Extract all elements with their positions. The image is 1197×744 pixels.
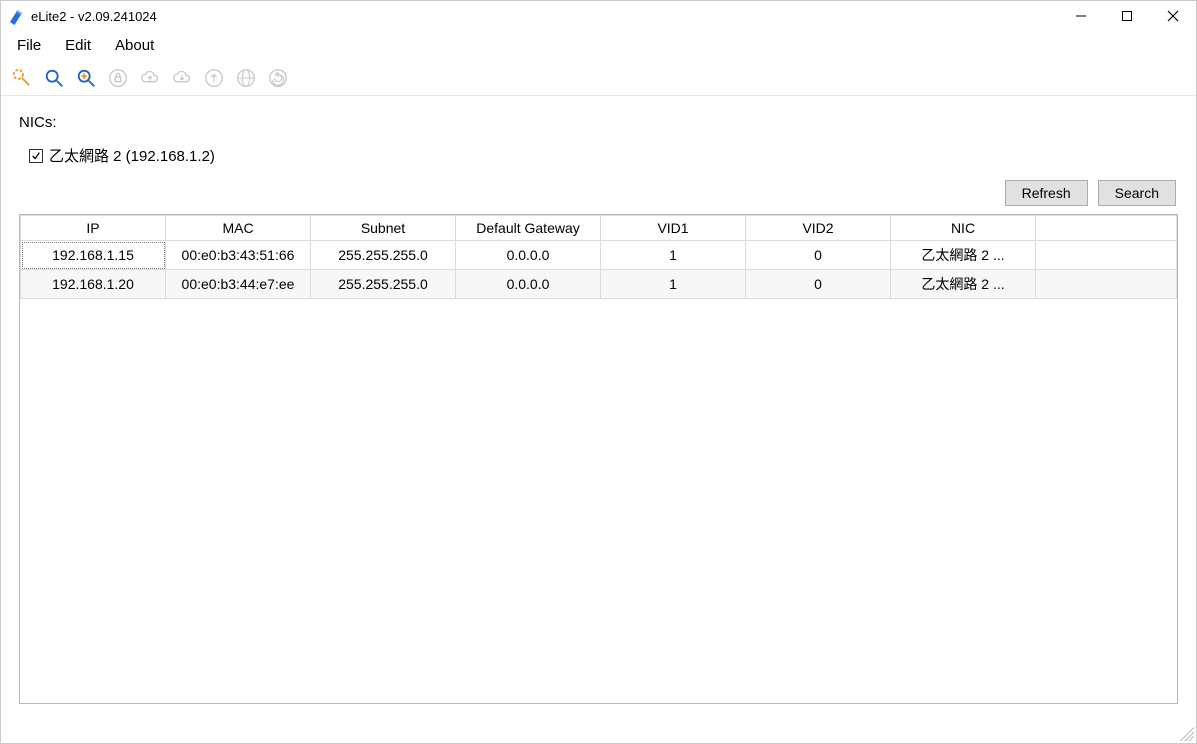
table-row[interactable]: 192.168.1.15 00:e0:b3:43:51:66 255.255.2… <box>21 241 1177 270</box>
maximize-button[interactable] <box>1104 1 1150 31</box>
resize-grip-icon[interactable] <box>1180 727 1194 741</box>
cell-ip[interactable]: 192.168.1.20 <box>21 270 166 299</box>
table-header-row: IP MAC Subnet Default Gateway VID1 VID2 … <box>21 216 1177 241</box>
refresh-button[interactable]: Refresh <box>1005 180 1088 206</box>
content-area: NICs: 乙太網路 2 (192.168.1.2) Refresh Searc… <box>1 96 1196 708</box>
up-arrow-circle-icon[interactable] <box>199 63 229 93</box>
window-title: eLite2 - v2.09.241024 <box>31 9 157 24</box>
col-subnet[interactable]: Subnet <box>311 216 456 241</box>
cell-vid2[interactable]: 0 <box>746 270 891 299</box>
col-mac[interactable]: MAC <box>166 216 311 241</box>
menu-file[interactable]: File <box>7 35 51 56</box>
cell-subnet[interactable]: 255.255.255.0 <box>311 241 456 270</box>
table-row[interactable]: 192.168.1.20 00:e0:b3:44:e7:ee 255.255.2… <box>21 270 1177 299</box>
button-row: Refresh Search <box>19 180 1178 206</box>
cell-ip[interactable]: 192.168.1.15 <box>21 241 166 270</box>
cell-nic[interactable]: 乙太網路 2 ... <box>891 270 1036 299</box>
cell-mac[interactable]: 00:e0:b3:43:51:66 <box>166 241 311 270</box>
device-table[interactable]: IP MAC Subnet Default Gateway VID1 VID2 … <box>19 214 1178 704</box>
magnifier-plus-icon[interactable] <box>71 63 101 93</box>
cell-mac[interactable]: 00:e0:b3:44:e7:ee <box>166 270 311 299</box>
toolbar <box>1 60 1196 96</box>
nics-label: NICs: <box>19 114 1178 131</box>
close-button[interactable] <box>1150 1 1196 31</box>
col-vid2[interactable]: VID2 <box>746 216 891 241</box>
cell-nic[interactable]: 乙太網路 2 ... <box>891 241 1036 270</box>
window-controls <box>1058 1 1196 31</box>
menu-about[interactable]: About <box>105 35 164 56</box>
cell-spare <box>1036 270 1177 299</box>
nic-item[interactable]: 乙太網路 2 (192.168.1.2) <box>29 145 1178 166</box>
app-icon <box>7 7 25 25</box>
cell-spare <box>1036 241 1177 270</box>
col-ip[interactable]: IP <box>21 216 166 241</box>
cell-vid2[interactable]: 0 <box>746 241 891 270</box>
cloud-down-icon[interactable] <box>167 63 197 93</box>
col-spare <box>1036 216 1177 241</box>
checkbox-icon[interactable] <box>29 149 43 163</box>
col-nic[interactable]: NIC <box>891 216 1036 241</box>
lock-icon[interactable] <box>103 63 133 93</box>
globe-icon[interactable] <box>231 63 261 93</box>
cell-gw[interactable]: 0.0.0.0 <box>456 270 601 299</box>
magnifier-icon[interactable] <box>39 63 69 93</box>
cell-subnet[interactable]: 255.255.255.0 <box>311 270 456 299</box>
cloud-up-icon[interactable] <box>135 63 165 93</box>
search-button[interactable]: Search <box>1098 180 1176 206</box>
cell-vid1[interactable]: 1 <box>601 241 746 270</box>
menubar: File Edit About <box>1 31 1196 60</box>
titlebar: eLite2 - v2.09.241024 <box>1 1 1196 31</box>
col-gw[interactable]: Default Gateway <box>456 216 601 241</box>
refresh-circle-icon[interactable] <box>263 63 293 93</box>
nic-item-label: 乙太網路 2 (192.168.1.2) <box>49 145 215 166</box>
cell-vid1[interactable]: 1 <box>601 270 746 299</box>
cell-gw[interactable]: 0.0.0.0 <box>456 241 601 270</box>
wand-icon[interactable] <box>7 63 37 93</box>
minimize-button[interactable] <box>1058 1 1104 31</box>
menu-edit[interactable]: Edit <box>55 35 101 56</box>
col-vid1[interactable]: VID1 <box>601 216 746 241</box>
